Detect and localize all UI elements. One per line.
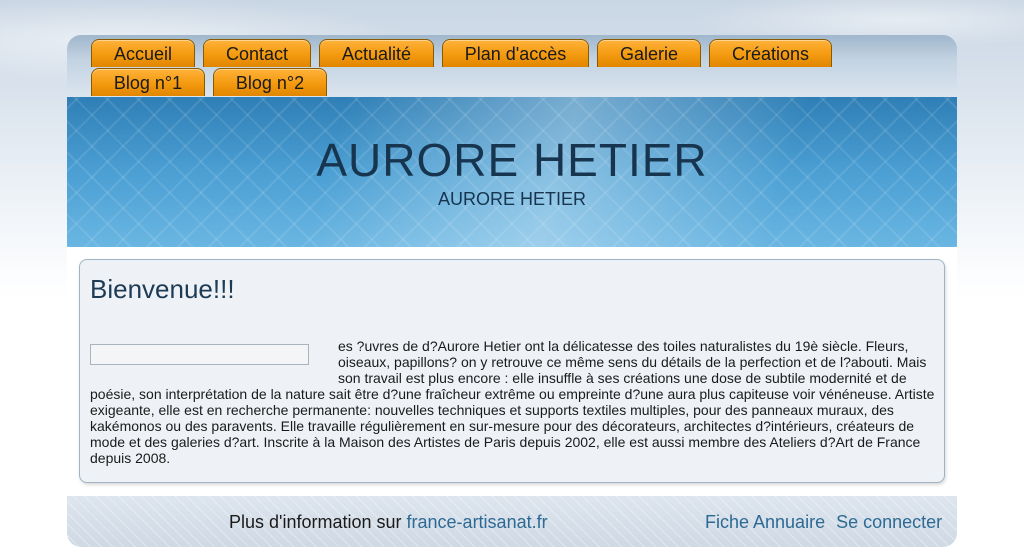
login-link[interactable]: Se connecter [836,512,942,532]
content-area: Bienvenue!!! es ?uvres de d?Aurore Hetie… [67,247,957,497]
tab-blog-1[interactable]: Blog n°1 [91,68,205,96]
page-heading: Bienvenue!!! [90,274,235,304]
tab-contact[interactable]: Contact [203,39,311,67]
footer-info: Plus d'information sur france-artisanat.… [229,512,548,533]
tab-galerie[interactable]: Galerie [597,39,701,67]
france-artisanat-link[interactable]: france-artisanat.fr [407,512,548,532]
footer-links: Fiche Annuaire Se connecter [705,512,948,533]
site-subtitle: AURORE HETIER [437,189,587,209]
intro-paragraph-container: es ?uvres de d?Aurore Hetier ont la déli… [90,338,938,466]
tab-accueil[interactable]: Accueil [91,39,195,67]
fiche-annuaire-link[interactable]: Fiche Annuaire [705,512,825,532]
header-banner: AURORE HETIER AURORE HETIER [67,97,957,247]
footer-info-prefix: Plus d'information sur [229,512,402,532]
site-wrapper: Accueil Contact Actualité Plan d'accès G… [67,35,957,547]
tab-creations[interactable]: Créations [709,39,832,67]
main-navigation: Accueil Contact Actualité Plan d'accès G… [67,35,957,97]
tab-plan-acces[interactable]: Plan d'accès [442,39,589,67]
image-float-spacer [90,338,338,386]
site-title: AURORE HETIER [316,134,708,186]
footer: Plus d'information sur france-artisanat.… [67,496,957,547]
content-box: Bienvenue!!! es ?uvres de d?Aurore Hetie… [79,259,945,483]
tab-actualite[interactable]: Actualité [319,39,434,67]
tab-blog-2[interactable]: Blog n°2 [213,68,327,96]
